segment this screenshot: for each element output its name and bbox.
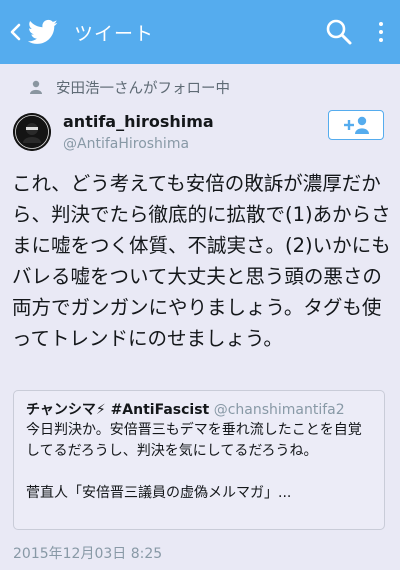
- app-title: ツイート: [74, 22, 155, 45]
- quoted-text-line: 菅直人「安倍晋三議員の虚偽メルマガ」...: [26, 485, 292, 501]
- quoted-display-name: チャンシマ⚡ #AntiFascist: [26, 402, 210, 418]
- quoted-tweet-header: チャンシマ⚡ #AntiFascist @chanshimantifa2: [26, 399, 372, 419]
- follow-person-plus-icon: [344, 116, 369, 134]
- tweet-timestamp: 2015年12月03日 8:25: [13, 546, 163, 562]
- overflow-menu-icon[interactable]: [376, 17, 386, 47]
- social-context-text: 安田浩一さんがフォロー中: [56, 80, 230, 97]
- social-context: 安田浩一さんがフォロー中: [30, 76, 230, 98]
- app-bar: ツイート: [0, 0, 400, 64]
- back-arrow-icon[interactable]: [4, 12, 26, 52]
- person-icon: [30, 80, 42, 94]
- twitter-bird-icon[interactable]: [27, 17, 58, 47]
- follow-button[interactable]: [328, 110, 384, 140]
- quoted-tweet-text: 今日判決か。安倍晋三もデマを垂れ流したことを自覚してるだろうし、判決を気にしてる…: [26, 420, 372, 504]
- user-handle[interactable]: @AntifaHiroshima: [63, 136, 189, 152]
- tweet-text: これ、どう考えても安倍の敗訴が濃厚だから、判決でたら徹底的に拡散で(1)あからさ…: [12, 172, 391, 350]
- quoted-handle: @chanshimantifa2: [213, 402, 345, 418]
- quoted-text-line: 今日判決か。安倍晋三もデマを垂れ流したことを自覚してるだろうし、判決を気にしてる…: [26, 422, 362, 459]
- avatar[interactable]: [13, 113, 51, 151]
- display-name[interactable]: antifa_hiroshima: [63, 112, 214, 131]
- search-icon[interactable]: [324, 17, 354, 47]
- quoted-tweet[interactable]: チャンシマ⚡ #AntiFascist @chanshimantifa2 今日判…: [13, 390, 385, 530]
